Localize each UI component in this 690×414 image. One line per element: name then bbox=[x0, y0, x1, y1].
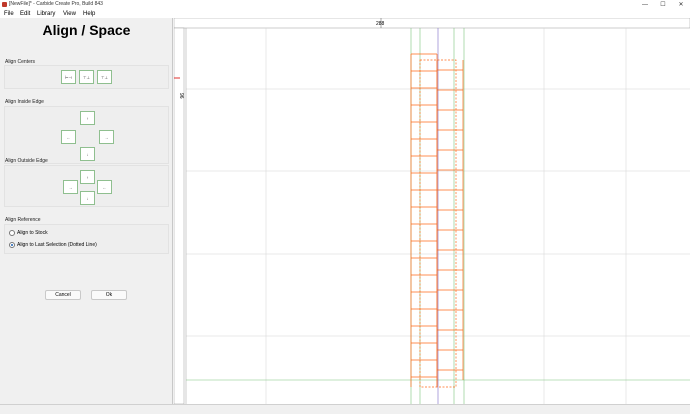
ok-button[interactable]: Ok bbox=[91, 290, 127, 300]
arrow-right-icon: ← bbox=[102, 185, 107, 190]
align-inside-bottom-button[interactable]: ↓ bbox=[80, 147, 95, 161]
align-outside-group: ↑ → ← ↓ bbox=[4, 165, 169, 207]
menu-library[interactable]: Library bbox=[37, 10, 55, 18]
minimize-button[interactable]: — bbox=[637, 0, 653, 10]
top-ruler-label: 288 bbox=[376, 21, 385, 27]
align-centers-group: ⊢⊣ ⊤⊥ ⊤⊥ bbox=[4, 65, 169, 89]
maximize-button[interactable]: ☐ bbox=[655, 0, 671, 10]
left-ruler-label: 96 bbox=[178, 93, 184, 99]
title-bar: [NewFile]* - Carbide Create Pro, Build 8… bbox=[0, 0, 690, 10]
menu-bar: File Edit Library View Help bbox=[0, 10, 690, 18]
align-center-vertical-button[interactable]: ⊤⊥ bbox=[97, 70, 112, 84]
align-center-both-button[interactable]: ⊤⊥ bbox=[79, 70, 94, 84]
close-button[interactable]: ✕ bbox=[673, 0, 689, 10]
status-bar bbox=[0, 404, 690, 414]
radio-button[interactable] bbox=[9, 242, 15, 248]
arrow-right-icon: → bbox=[104, 135, 109, 140]
canvas-svg[interactable]: 288 96 bbox=[173, 17, 690, 405]
menu-edit[interactable]: Edit bbox=[20, 10, 30, 18]
radio-button[interactable] bbox=[9, 230, 15, 236]
align-outside-left-button[interactable]: → bbox=[63, 180, 78, 194]
left-ruler bbox=[173, 27, 185, 405]
arrow-left-icon: ← bbox=[66, 135, 71, 140]
align-outside-right-button[interactable]: ← bbox=[97, 180, 112, 194]
menu-view[interactable]: View bbox=[63, 10, 76, 18]
align-inside-left-button[interactable]: ← bbox=[61, 130, 76, 144]
selected-shapes[interactable] bbox=[410, 53, 464, 388]
design-canvas[interactable]: 288 96 bbox=[173, 17, 690, 405]
arrow-left-icon: → bbox=[68, 185, 73, 190]
center-both-icon: ⊤⊥ bbox=[83, 75, 90, 80]
align-outside-top-button[interactable]: ↑ bbox=[80, 170, 95, 184]
center-vertical-icon: ⊤⊥ bbox=[101, 75, 108, 80]
align-reference-label: Align Reference bbox=[5, 217, 41, 223]
menu-file[interactable]: File bbox=[4, 10, 14, 18]
align-inside-group: ↑ ← → ↓ bbox=[4, 106, 169, 164]
menu-help[interactable]: Help bbox=[83, 10, 95, 18]
radio-label: Align to Stock bbox=[17, 230, 48, 236]
center-horizontal-icon: ⊢⊣ bbox=[65, 75, 72, 80]
align-space-panel: Align / Space Align Centers ⊢⊣ ⊤⊥ ⊤⊥ Ali… bbox=[0, 18, 173, 404]
top-ruler bbox=[173, 17, 690, 29]
align-inside-top-button[interactable]: ↑ bbox=[80, 111, 95, 125]
arrow-up-icon: ↑ bbox=[86, 116, 89, 121]
cancel-button[interactable]: Cancel bbox=[45, 290, 81, 300]
align-outside-bottom-button[interactable]: ↓ bbox=[80, 191, 95, 205]
align-inside-label: Align Inside Edge bbox=[5, 99, 44, 105]
app-logo-icon bbox=[2, 2, 7, 7]
arrow-down-icon: ↓ bbox=[86, 152, 89, 157]
panel-title: Align / Space bbox=[42, 22, 131, 38]
arrow-up-icon: ↑ bbox=[86, 175, 89, 180]
radio-label: Align to Last Selection (Dotted Line) bbox=[17, 242, 97, 248]
align-outside-label: Align Outside Edge bbox=[5, 158, 48, 164]
align-center-horizontal-button[interactable]: ⊢⊣ bbox=[61, 70, 76, 84]
arrow-down-icon: ↓ bbox=[86, 196, 89, 201]
align-reference-group: Align to Stock Align to Last Selection (… bbox=[4, 224, 169, 254]
window-title: [NewFile]* - Carbide Create Pro, Build 8… bbox=[9, 1, 103, 7]
align-inside-right-button[interactable]: → bbox=[99, 130, 114, 144]
